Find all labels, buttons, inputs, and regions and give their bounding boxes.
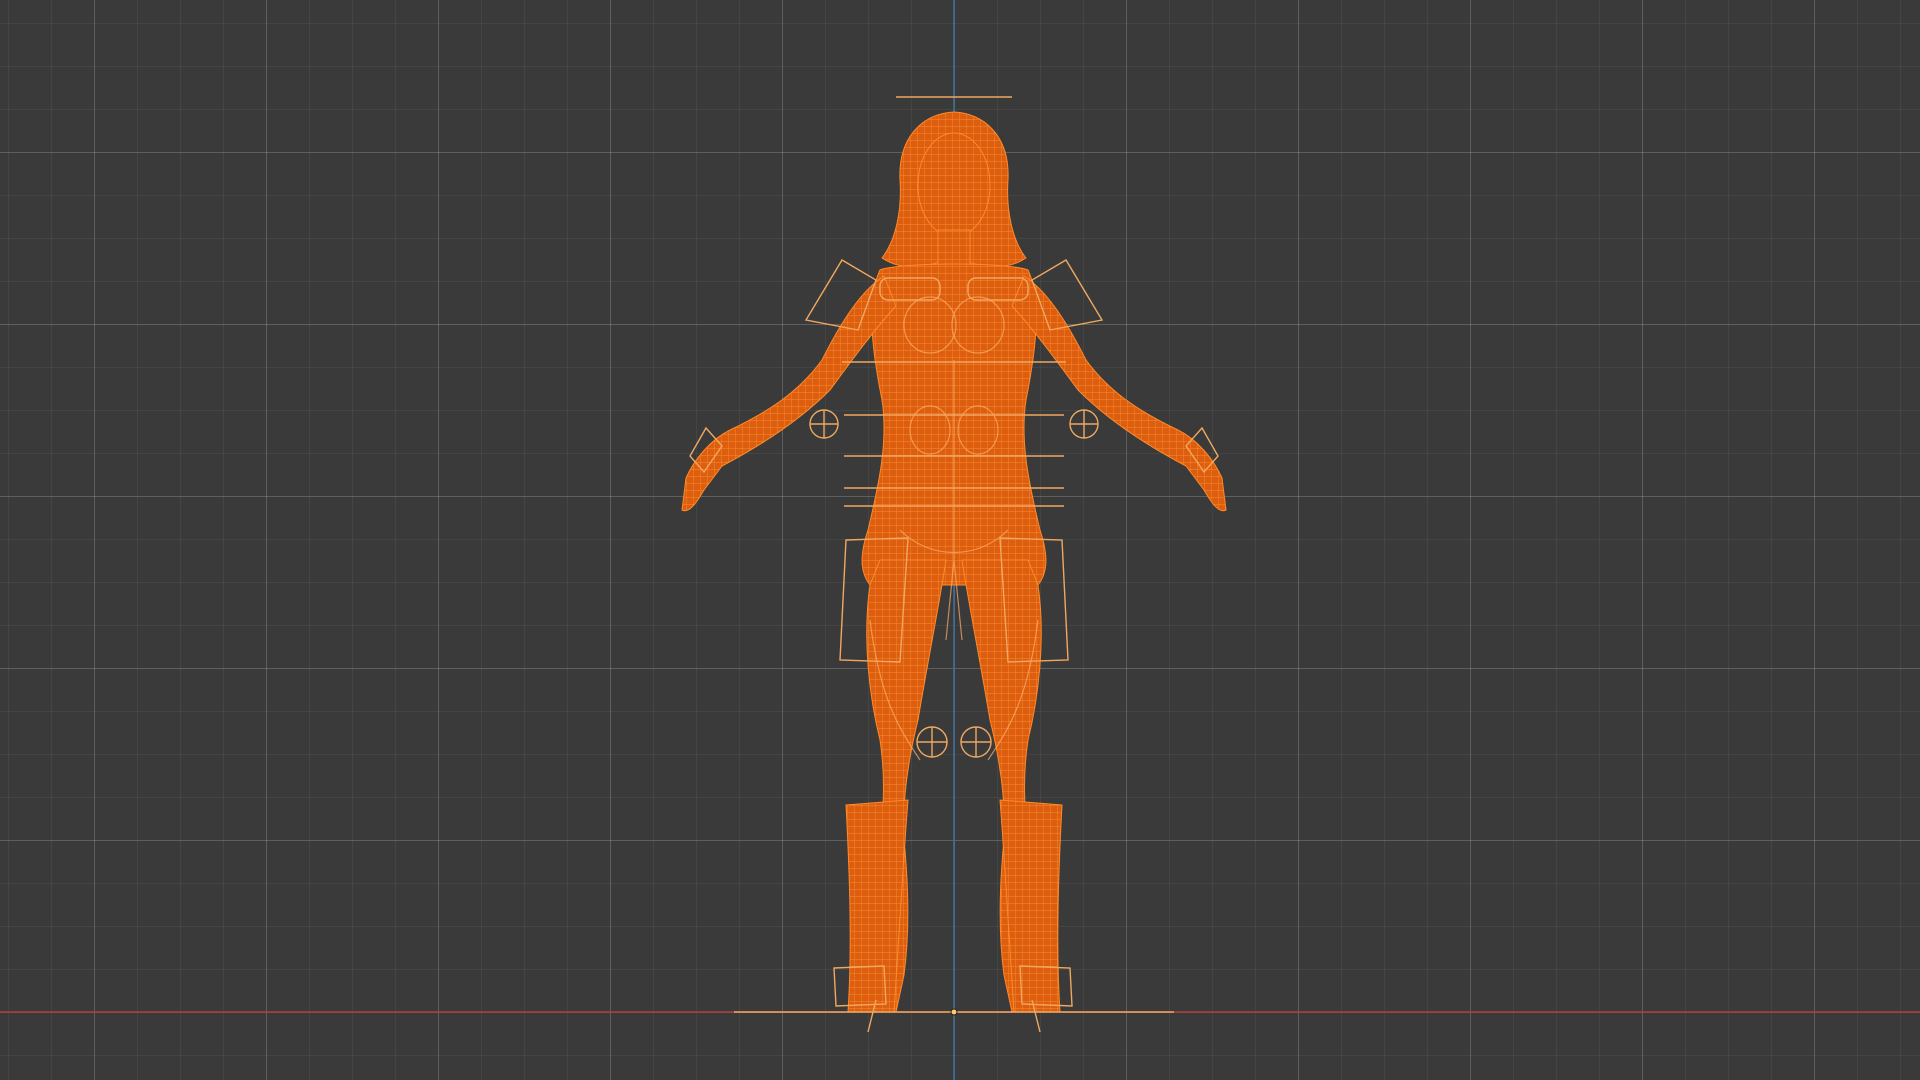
3d-viewport[interactable] bbox=[0, 0, 1920, 1080]
left-arm bbox=[681, 275, 897, 512]
circle-cross-icon[interactable] bbox=[1069, 409, 1099, 439]
right-arm bbox=[1011, 275, 1227, 512]
circle-cross-icon[interactable] bbox=[916, 726, 948, 758]
circle-cross-icon[interactable] bbox=[960, 726, 992, 758]
circle-cross-icon[interactable] bbox=[809, 409, 839, 439]
head bbox=[917, 132, 991, 238]
origin-dot-icon bbox=[950, 1008, 958, 1016]
viewport-scene bbox=[0, 0, 1920, 1080]
